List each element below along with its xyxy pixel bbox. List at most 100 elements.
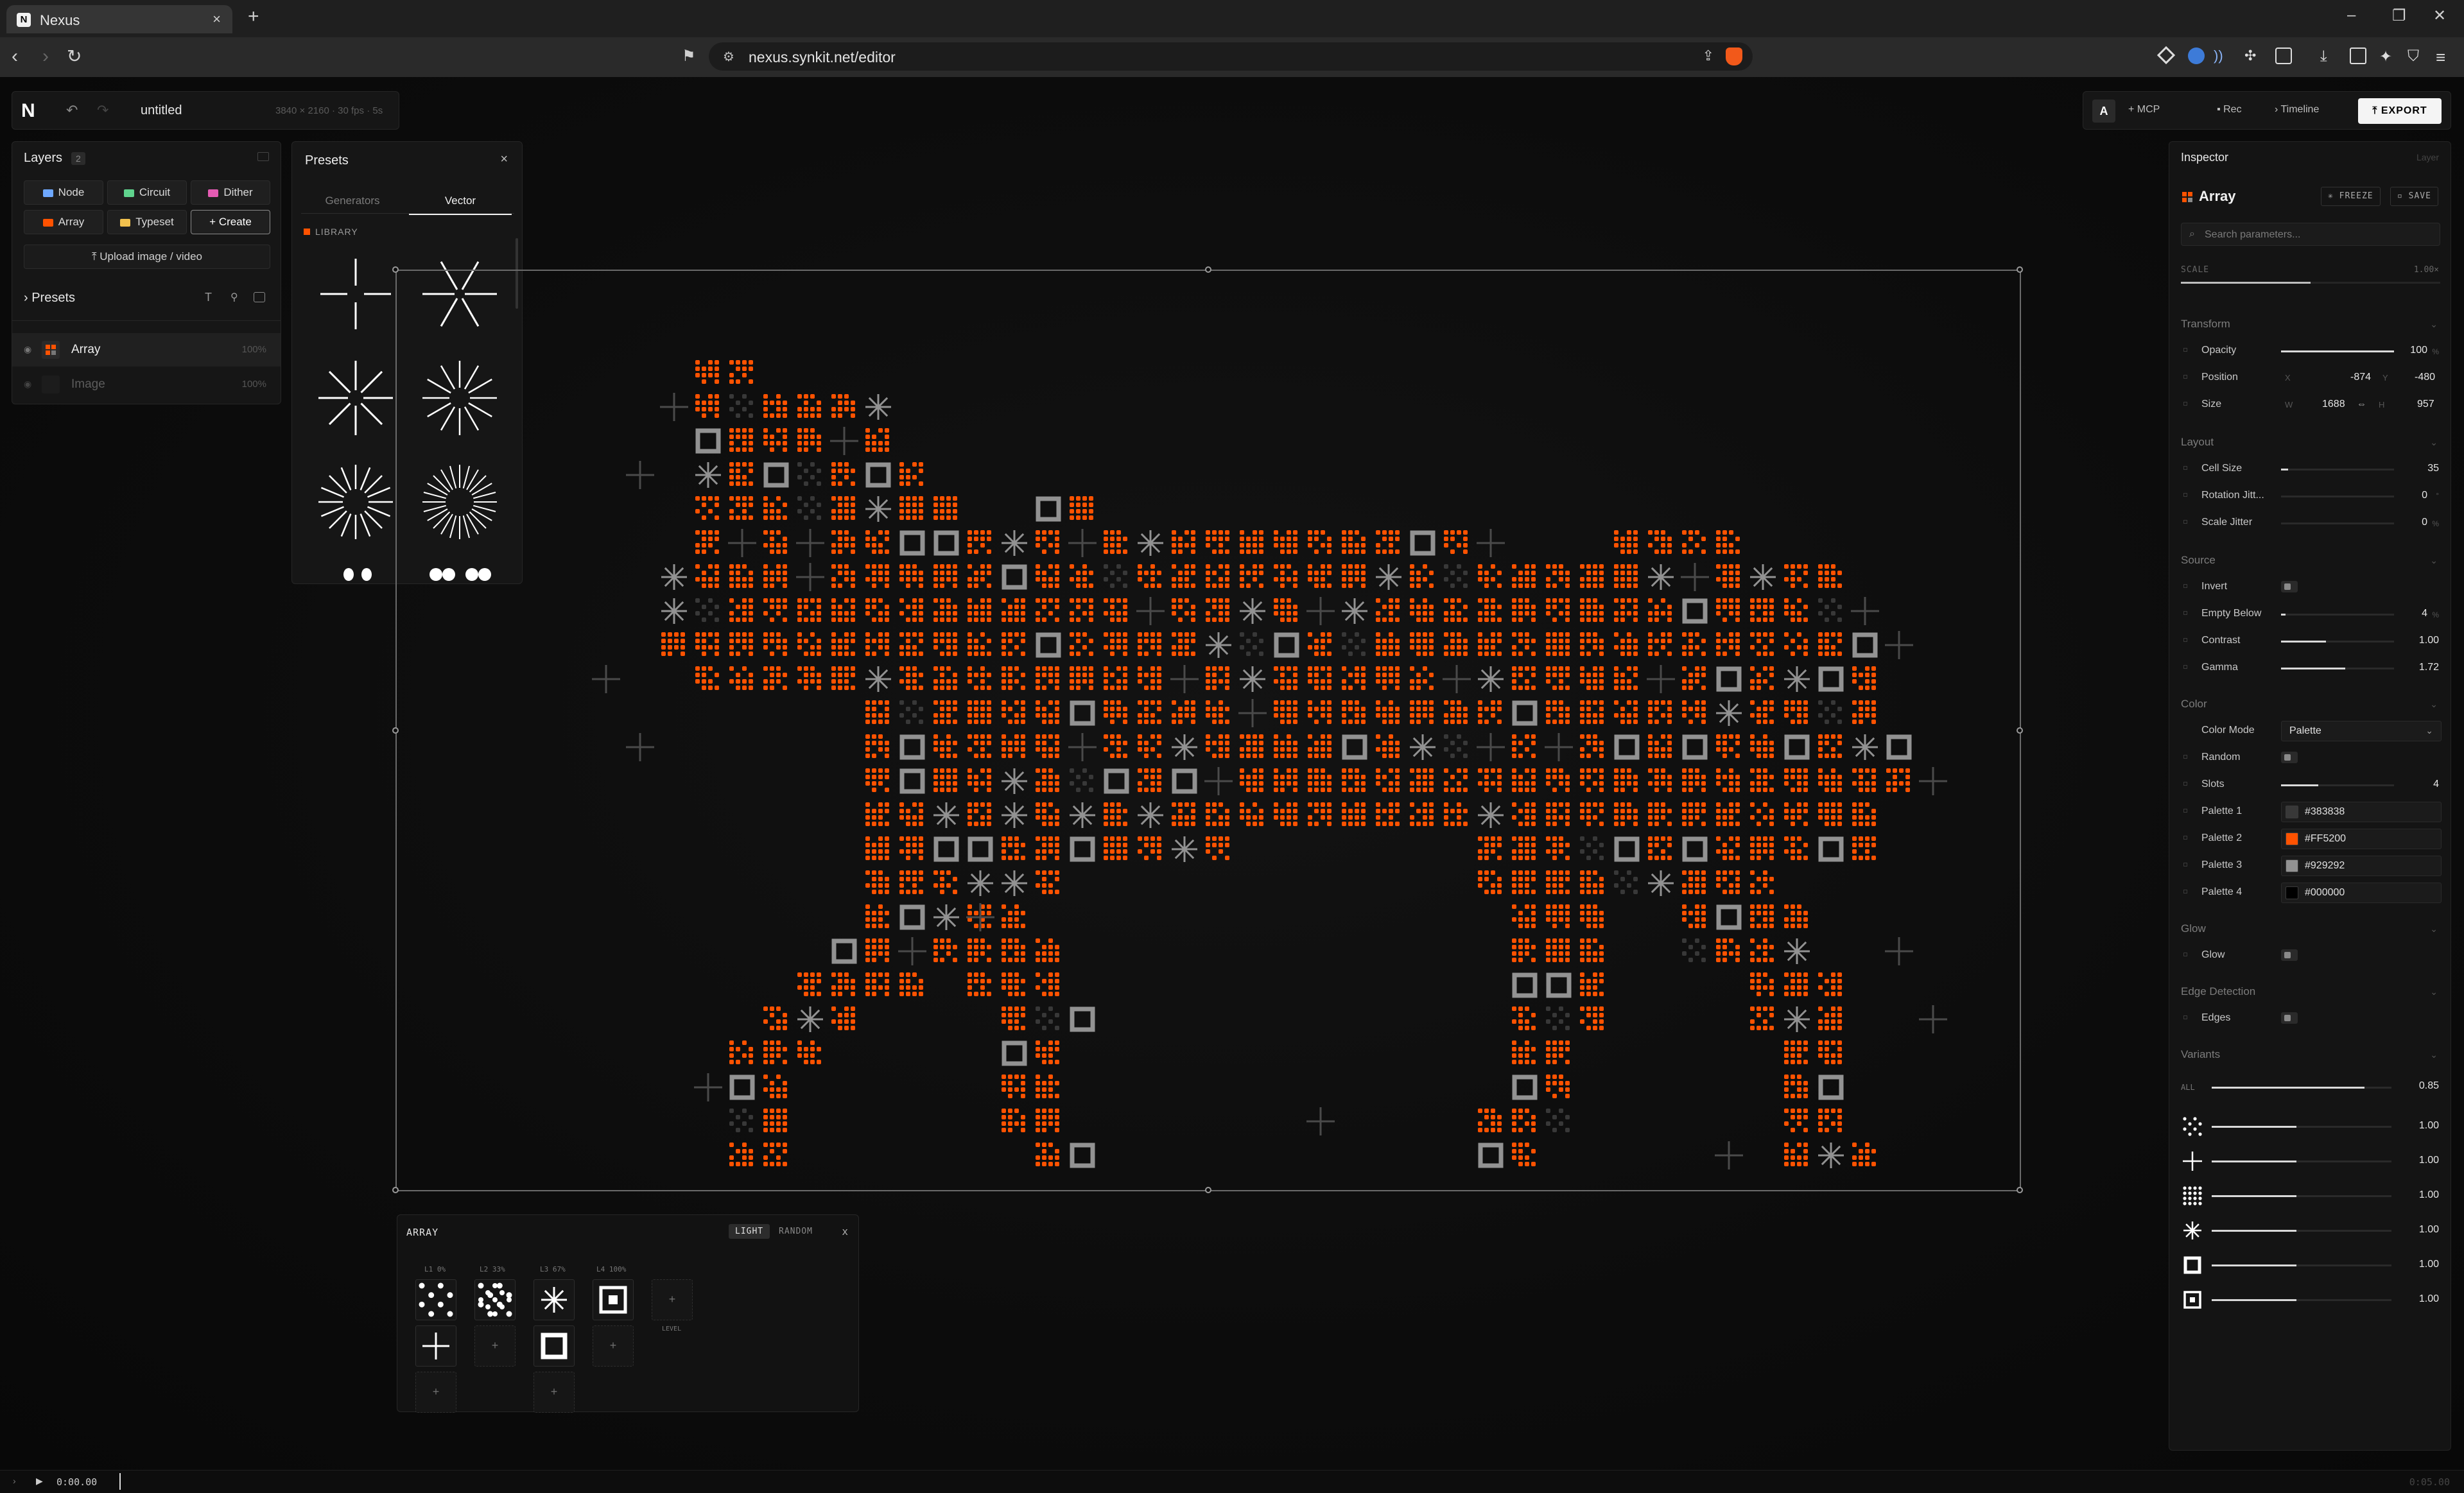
dot-mark bbox=[1661, 632, 1665, 637]
new-tab-button[interactable]: + bbox=[248, 6, 259, 27]
preset-cross[interactable] bbox=[308, 246, 404, 342]
add-dither-button[interactable]: Dither bbox=[191, 180, 270, 205]
dot-mark bbox=[1593, 911, 1597, 915]
minimize-icon[interactable]: – bbox=[2347, 6, 2356, 24]
extensions-puzzle-icon[interactable]: ✣ bbox=[2244, 47, 2261, 64]
url-bar[interactable]: ⚙ nexus.synkit.net/editor ⇪ bbox=[709, 42, 1753, 71]
dot-mark bbox=[1701, 781, 1706, 786]
rec-button[interactable]: ▪ Rec bbox=[2217, 104, 2242, 116]
preset-burst-8[interactable] bbox=[308, 350, 404, 446]
redo-icon[interactable]: ↷ bbox=[97, 102, 108, 119]
dot-mark bbox=[906, 822, 910, 826]
artboard[interactable] bbox=[392, 266, 2023, 1193]
close-icon[interactable]: × bbox=[500, 152, 508, 167]
tab-search-icon[interactable] bbox=[2275, 47, 2292, 64]
layer-row-image[interactable]: ◉ Image 100% bbox=[12, 368, 281, 401]
undo-icon[interactable]: ↶ bbox=[66, 102, 78, 119]
dot-mark bbox=[1893, 788, 1897, 792]
upload-media-button[interactable]: ⤒ Upload image / video bbox=[24, 245, 270, 269]
duplicate-icon[interactable] bbox=[254, 292, 265, 302]
export-button[interactable]: ⤒ EXPORT bbox=[2358, 98, 2442, 124]
dot-mark bbox=[1791, 985, 1795, 990]
dot-mark bbox=[872, 707, 876, 711]
dot-mark bbox=[912, 605, 917, 609]
download-icon[interactable]: ⤓ bbox=[2320, 47, 2337, 65]
dot-mark bbox=[1763, 945, 1767, 949]
pin-icon[interactable]: ⚲ bbox=[230, 291, 238, 304]
extension-blue-icon[interactable] bbox=[2188, 47, 2205, 64]
close-window-icon[interactable]: ✕ bbox=[2433, 6, 2446, 25]
tab-generators[interactable]: Generators bbox=[301, 194, 404, 207]
url-text[interactable]: nexus.synkit.net/editor bbox=[749, 49, 896, 66]
add-circuit-button[interactable]: Circuit bbox=[107, 180, 187, 205]
dot-mark bbox=[1497, 890, 1502, 894]
wallet-icon[interactable] bbox=[2350, 47, 2366, 64]
dot-mark bbox=[1327, 815, 1332, 820]
brave-shield-icon[interactable] bbox=[1726, 47, 1742, 65]
vpn-shield-icon[interactable]: ⛉ bbox=[2408, 47, 2424, 65]
layer-row-array[interactable]: ◉ Array 100% bbox=[12, 333, 281, 367]
dot-mark bbox=[1552, 768, 1557, 773]
dot-mark bbox=[1688, 809, 1693, 813]
dot-mark bbox=[783, 549, 787, 554]
dot-mark bbox=[1701, 822, 1706, 826]
dot-mark bbox=[1055, 979, 1059, 983]
collapse-panel-icon[interactable] bbox=[257, 152, 269, 161]
maximize-icon[interactable]: ❐ bbox=[2392, 6, 2406, 25]
dot-mark bbox=[1518, 938, 1523, 943]
browser-tab[interactable]: N Nexus × bbox=[6, 5, 232, 33]
dot-mark bbox=[1157, 571, 1161, 575]
mcp-button[interactable]: + MCP bbox=[2128, 104, 2160, 116]
a-button[interactable]: A bbox=[2092, 99, 2115, 123]
menu-icon[interactable]: ≡ bbox=[2436, 47, 2452, 67]
reload-icon[interactable]: ↻ bbox=[67, 45, 82, 68]
create-button[interactable]: + Create bbox=[191, 210, 270, 234]
tab-vector[interactable]: Vector bbox=[409, 194, 512, 215]
timeline-button[interactable]: › Timeline bbox=[2275, 104, 2319, 116]
dot-mark bbox=[1648, 707, 1653, 711]
dot-mark bbox=[736, 428, 740, 433]
text-tool-icon[interactable]: T bbox=[205, 291, 212, 304]
dot-mark bbox=[953, 700, 957, 705]
extension-diamond-icon[interactable] bbox=[2156, 46, 2176, 65]
tab-close-icon[interactable]: × bbox=[213, 11, 221, 28]
bookmark-icon[interactable]: ⚑ bbox=[682, 45, 696, 68]
dot-mark bbox=[1763, 611, 1767, 616]
nexus-logo[interactable]: N bbox=[21, 99, 44, 123]
dot-mark bbox=[844, 617, 849, 622]
presets-section-toggle[interactable]: › Presets bbox=[24, 291, 75, 306]
dot-mark bbox=[729, 617, 734, 622]
dot-mark bbox=[736, 475, 740, 479]
dot-mark bbox=[1661, 549, 1665, 554]
site-info-icon[interactable]: ⚙ bbox=[723, 49, 734, 65]
forward-icon[interactable]: › bbox=[42, 45, 49, 68]
back-icon[interactable]: ‹ bbox=[12, 45, 18, 68]
dot-mark bbox=[980, 543, 985, 548]
leo-ai-icon[interactable]: ✦ bbox=[2379, 47, 2396, 65]
document-name[interactable]: untitled bbox=[141, 103, 182, 118]
dot-mark bbox=[1648, 747, 1653, 752]
visibility-icon[interactable]: ◉ bbox=[24, 379, 31, 390]
dot-mark bbox=[946, 571, 951, 575]
add-typeset-button[interactable]: Typeset bbox=[107, 210, 187, 234]
dot-mark bbox=[1769, 917, 1774, 922]
dot-mark bbox=[1036, 666, 1040, 671]
dot-mark bbox=[1429, 652, 1434, 656]
dot-mark bbox=[831, 564, 836, 569]
dot-mark bbox=[872, 788, 876, 792]
dot-mark bbox=[940, 673, 944, 677]
share-icon[interactable]: ⇪ bbox=[1703, 47, 1714, 64]
dot-mark bbox=[946, 509, 951, 513]
dot-mark bbox=[1797, 809, 1801, 813]
preset-burst-16[interactable] bbox=[308, 454, 404, 550]
dot-mark bbox=[1308, 747, 1312, 752]
dot-mark bbox=[906, 815, 910, 820]
add-node-button[interactable]: Node bbox=[24, 180, 103, 205]
extension-wave-icon[interactable]: )) bbox=[2214, 47, 2230, 64]
add-array-button[interactable]: Array bbox=[24, 210, 103, 234]
dot-mark bbox=[1206, 530, 1210, 535]
dot-mark bbox=[702, 379, 706, 384]
dot-mark bbox=[1750, 985, 1755, 990]
visibility-icon[interactable]: ◉ bbox=[24, 344, 31, 355]
dot-mark bbox=[1648, 734, 1653, 739]
